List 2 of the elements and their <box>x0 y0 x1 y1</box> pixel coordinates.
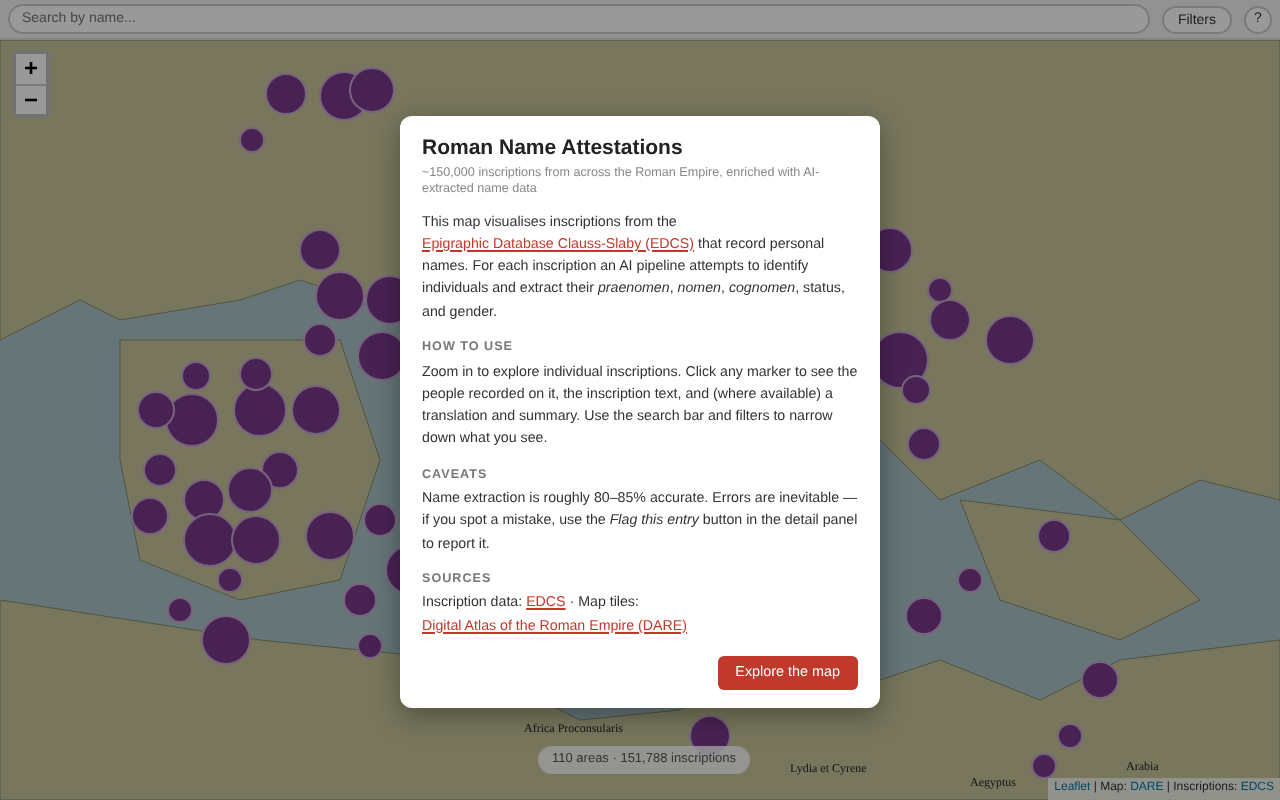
zoom-out-button[interactable]: − <box>16 84 46 114</box>
dialog-title: Roman Name Attestations <box>422 136 685 162</box>
